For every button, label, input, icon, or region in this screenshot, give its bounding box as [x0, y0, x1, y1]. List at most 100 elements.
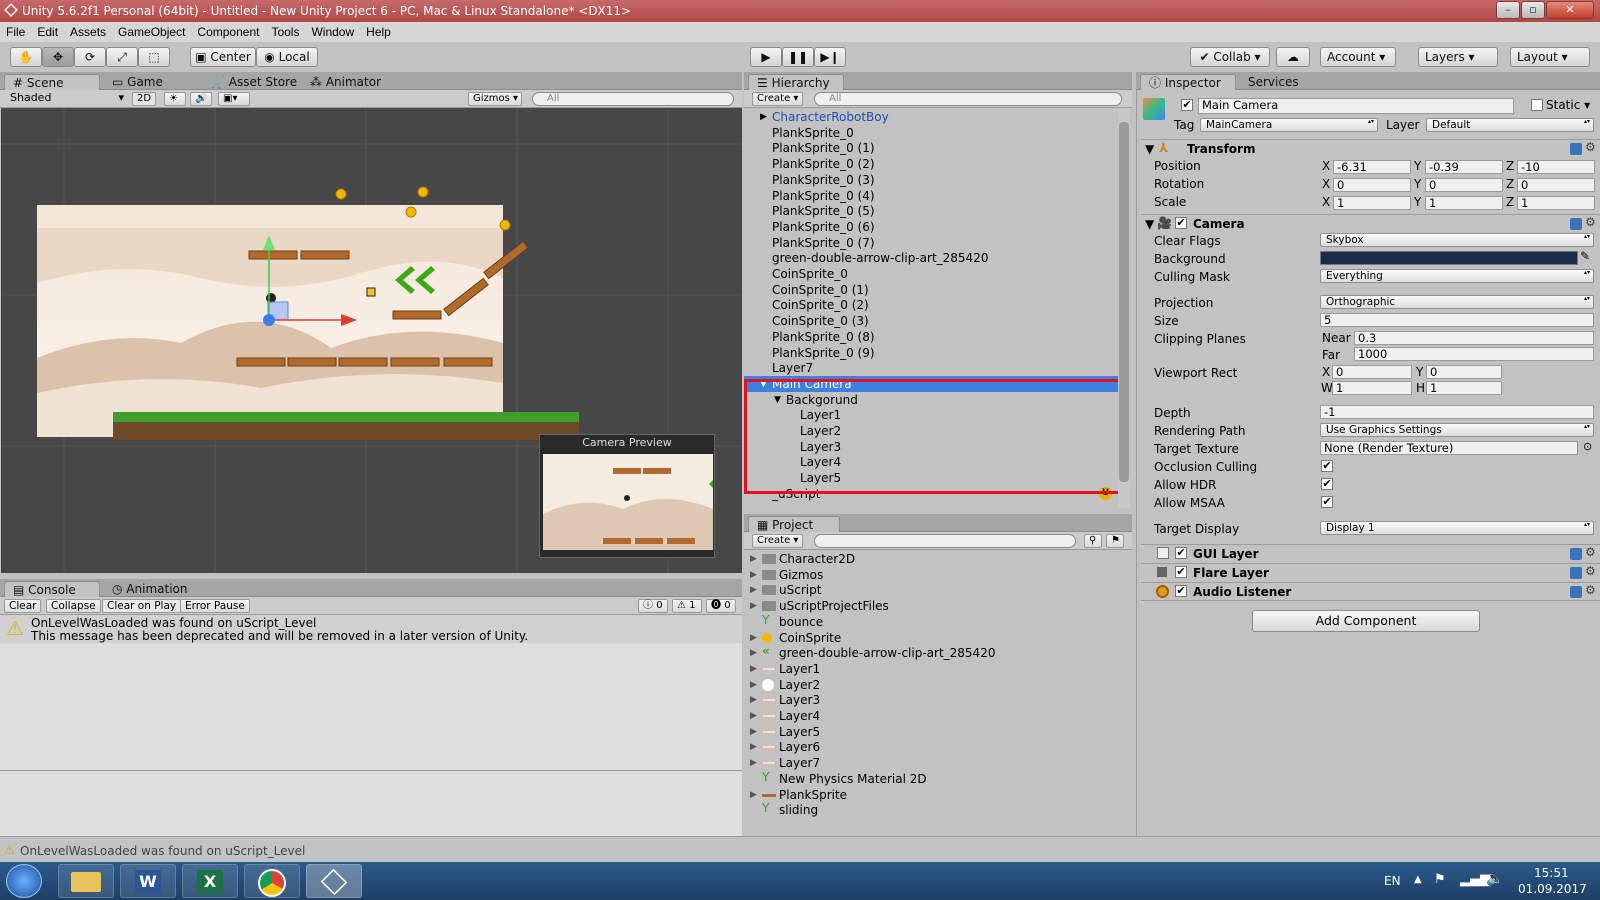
rect-tool-icon[interactable]: ⬚: [138, 47, 170, 67]
project-asset-item[interactable]: ▶ « green-double-arrow-clip-art_285420: [744, 645, 1132, 661]
add-component-button[interactable]: Add Component: [1252, 610, 1480, 632]
rotation-x-field[interactable]: 0: [1333, 178, 1411, 192]
position-x-field[interactable]: -6.31: [1333, 160, 1411, 174]
hierarchy-item[interactable]: PlankSprite_0 (6): [744, 219, 1118, 235]
filter-label-icon[interactable]: ⚑: [1106, 534, 1124, 548]
hierarchy-item[interactable]: PlankSprite_0 (3): [744, 172, 1118, 188]
close-window-button[interactable]: ✕: [1546, 1, 1594, 19]
collab-button[interactable]: ✔ Collab ▾: [1190, 47, 1270, 67]
size-field[interactable]: 5: [1320, 313, 1594, 327]
project-asset-item[interactable]: ▶ uScriptProjectFiles: [744, 598, 1132, 614]
mode-2d-toggle[interactable]: 2D: [132, 92, 156, 106]
menu-help[interactable]: Help: [360, 22, 397, 39]
expand-arrow-icon[interactable]: ▶: [750, 692, 757, 708]
hierarchy-item[interactable]: CoinSprite_0 (1): [744, 282, 1118, 298]
pivot-center-button[interactable]: ▣ Center: [190, 47, 256, 67]
target-texture-field[interactable]: None (Render Texture): [1320, 441, 1578, 455]
start-button-icon[interactable]: [6, 864, 42, 898]
account-dropdown[interactable]: Account ▾: [1320, 47, 1396, 67]
background-color-swatch[interactable]: [1320, 251, 1578, 265]
expand-arrow-icon[interactable]: ▶: [750, 677, 757, 693]
cloud-icon[interactable]: ☁: [1276, 47, 1310, 67]
menu-gameobject[interactable]: GameObject: [112, 22, 191, 39]
play-button[interactable]: ▶: [750, 47, 782, 67]
hierarchy-item[interactable]: PlankSprite_0 (5): [744, 203, 1118, 219]
allow-msaa-checkbox[interactable]: ✔: [1321, 496, 1333, 508]
shading-dropdown[interactable]: Shaded ▾: [6, 92, 126, 106]
position-y-field[interactable]: -0.39: [1425, 160, 1503, 174]
pivot-local-button[interactable]: ◉ Local: [256, 47, 318, 67]
hierarchy-item[interactable]: CoinSprite_0: [744, 266, 1118, 282]
scale-tool-icon[interactable]: ⤢: [106, 47, 138, 67]
hierarchy-item[interactable]: PlankSprite_0 (4): [744, 188, 1118, 204]
flare-layer-header[interactable]: ✔ Flare Layer: [1141, 563, 1600, 581]
hierarchy-create-dropdown[interactable]: Create ▾: [752, 92, 804, 106]
settings-gear-icon[interactable]: ⚙: [1585, 140, 1596, 154]
scale-z-field[interactable]: 1: [1517, 196, 1595, 210]
tray-expand-icon[interactable]: ▲: [1414, 874, 1422, 885]
viewport-w-field[interactable]: 1: [1332, 381, 1412, 395]
language-indicator[interactable]: EN: [1384, 874, 1401, 888]
scene-view[interactable]: Camera Preview: [1, 108, 742, 573]
layer-dropdown[interactable]: Default: [1426, 118, 1594, 132]
pause-button[interactable]: ❚❚: [782, 47, 814, 67]
collapse-arrow-icon[interactable]: ▼: [1145, 217, 1154, 231]
rotation-y-field[interactable]: 0: [1425, 178, 1503, 192]
project-asset-item[interactable]: Ybounce: [744, 614, 1132, 630]
menu-file[interactable]: File: [0, 22, 31, 39]
expand-arrow-icon[interactable]: ▶: [750, 724, 757, 740]
viewport-h-field[interactable]: 1: [1426, 381, 1502, 395]
word-icon[interactable]: W: [120, 864, 176, 898]
projection-dropdown[interactable]: Orthographic: [1320, 295, 1594, 309]
active-checkbox[interactable]: ✔: [1181, 99, 1193, 111]
scene-search-input[interactable]: All: [532, 92, 734, 106]
settings-gear-icon[interactable]: ⚙: [1585, 545, 1596, 559]
menu-tools[interactable]: Tools: [265, 22, 305, 39]
expand-arrow-icon[interactable]: ▶: [750, 551, 757, 567]
menu-component[interactable]: Component: [191, 22, 265, 39]
maximize-button[interactable]: ▫: [1521, 1, 1545, 19]
hierarchy-item[interactable]: PlankSprite_0 (1): [744, 140, 1118, 156]
expand-arrow-icon[interactable]: ▶: [750, 787, 757, 803]
project-asset-item[interactable]: ▶ uScript: [744, 582, 1132, 598]
rotate-tool-icon[interactable]: ⟳: [74, 47, 106, 67]
hierarchy-item[interactable]: green-double-arrow-clip-art_285420: [744, 250, 1118, 266]
static-checkbox[interactable]: [1531, 99, 1543, 111]
hierarchy-item[interactable]: ▶ CharacterRobotBoy: [744, 109, 1118, 125]
warning-count-toggle[interactable]: ⚠ 1: [672, 599, 702, 613]
excel-icon[interactable]: X: [182, 864, 238, 898]
project-asset-item[interactable]: ▶ Layer2: [744, 677, 1132, 693]
depth-field[interactable]: -1: [1320, 405, 1594, 419]
camera-enabled-checkbox[interactable]: ✔: [1175, 217, 1187, 229]
expand-arrow-icon[interactable]: ▶: [750, 739, 757, 755]
hierarchy-scrollbar[interactable]: [1118, 108, 1130, 508]
audio-listener-checkbox[interactable]: ✔: [1175, 585, 1187, 597]
hand-tool-icon[interactable]: ✋: [10, 47, 42, 67]
layout-dropdown[interactable]: Layout ▾: [1510, 47, 1590, 67]
allow-hdr-checkbox[interactable]: ✔: [1321, 478, 1333, 490]
flare-layer-checkbox[interactable]: ✔: [1175, 566, 1187, 578]
project-asset-item[interactable]: ▶ Layer1: [744, 661, 1132, 677]
action-center-icon[interactable]: ⚑: [1434, 872, 1446, 887]
settings-gear-icon[interactable]: ⚙: [1585, 564, 1596, 578]
filter-type-icon[interactable]: ⚲: [1084, 534, 1102, 548]
hierarchy-item[interactable]: PlankSprite_0 (9): [744, 345, 1118, 361]
expand-arrow-icon[interactable]: ▶: [750, 582, 757, 598]
rendering-path-dropdown[interactable]: Use Graphics Settings: [1320, 423, 1594, 437]
near-field[interactable]: 0.3: [1354, 331, 1594, 345]
target-display-dropdown[interactable]: Display 1: [1320, 521, 1594, 535]
project-asset-item[interactable]: ▶ PlankSprite: [744, 787, 1132, 803]
volume-icon[interactable]: 🔈: [1486, 871, 1503, 887]
gui-layer-checkbox[interactable]: ✔: [1175, 547, 1187, 559]
settings-gear-icon[interactable]: ⚙: [1585, 215, 1596, 229]
hierarchy-item[interactable]: PlankSprite_0 (8): [744, 329, 1118, 345]
expand-arrow-icon[interactable]: ▶: [750, 661, 757, 677]
gui-layer-header[interactable]: ✔ GUI Layer: [1141, 544, 1600, 562]
hierarchy-item[interactable]: PlankSprite_0: [744, 125, 1118, 141]
object-picker-icon[interactable]: ⊙: [1583, 440, 1592, 453]
expand-arrow-icon[interactable]: ▶: [750, 645, 757, 661]
position-z-field[interactable]: -10: [1517, 160, 1595, 174]
project-search-input[interactable]: [814, 534, 1076, 548]
help-book-icon[interactable]: [1570, 143, 1582, 155]
project-asset-item[interactable]: ▶ CoinSprite: [744, 630, 1132, 646]
